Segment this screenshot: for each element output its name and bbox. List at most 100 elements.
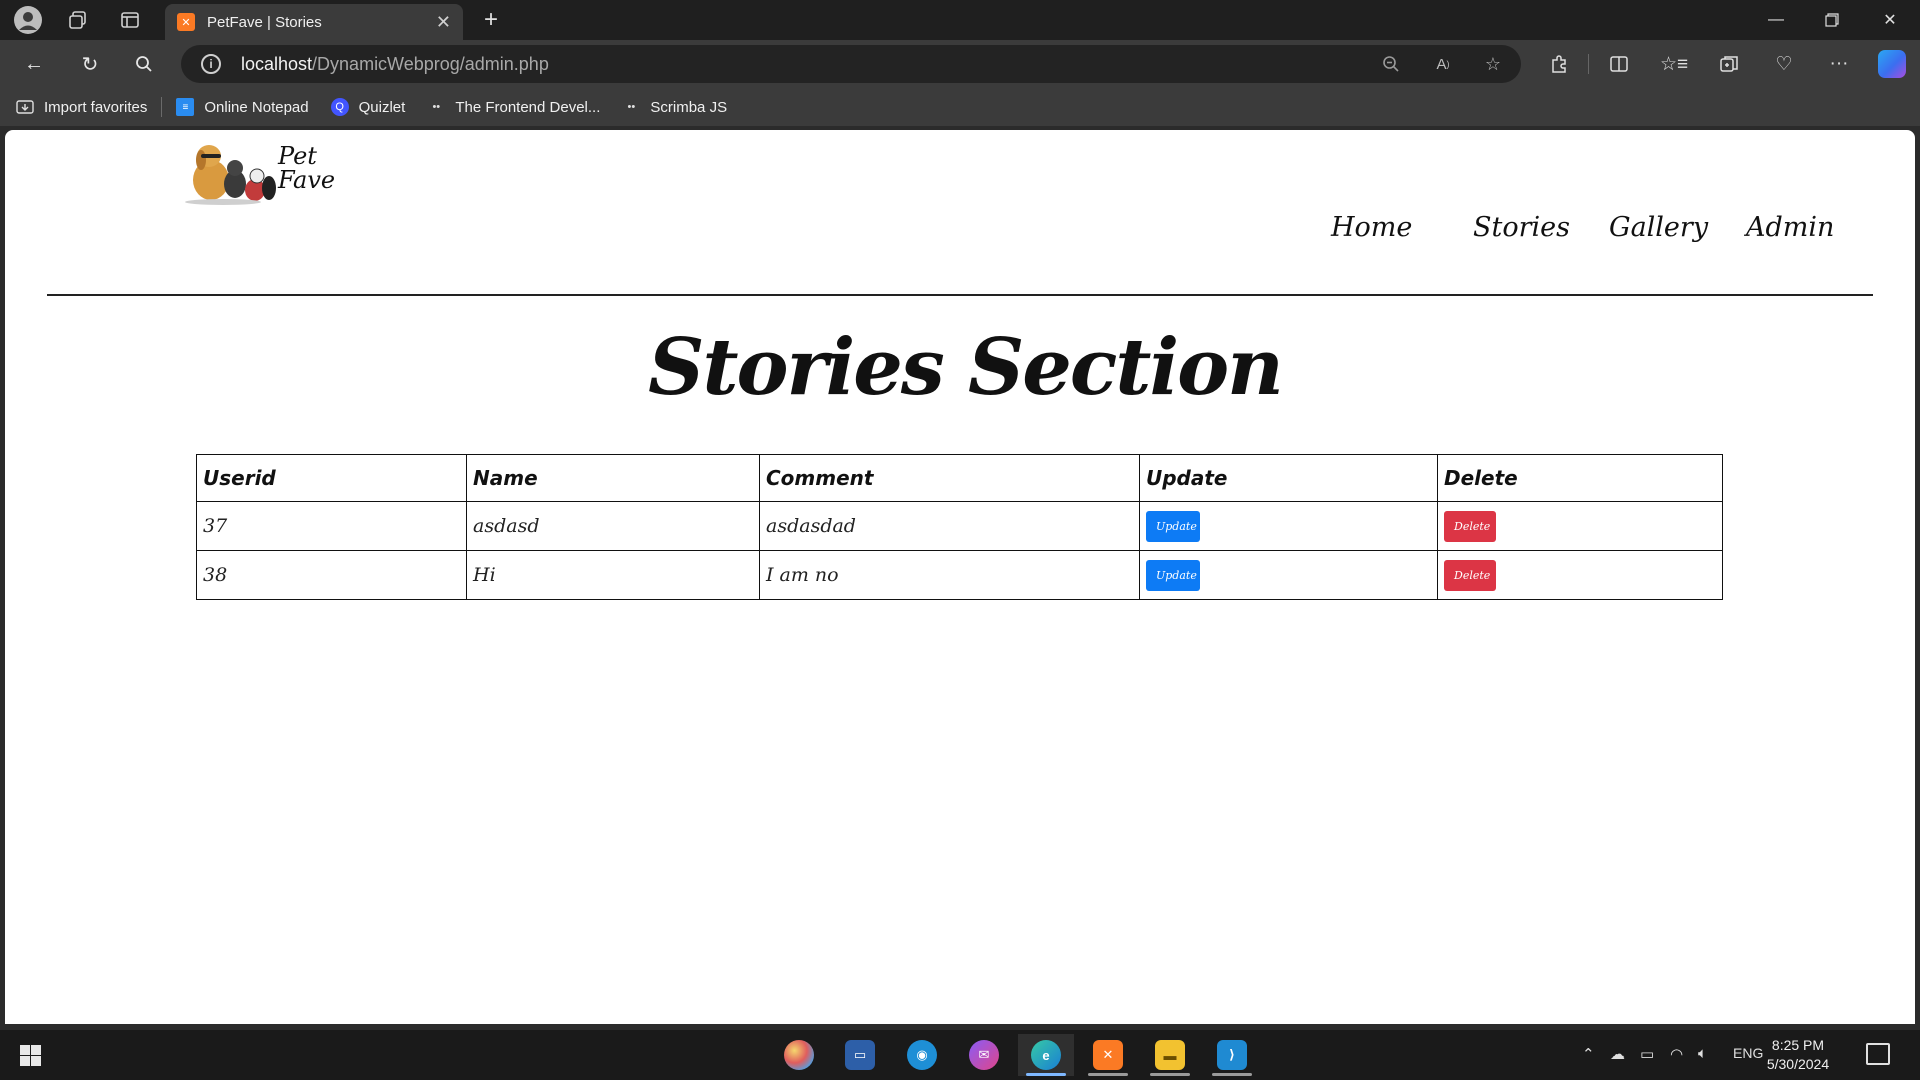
favorite-frontend-developer[interactable]: •• The Frontend Devel... bbox=[427, 98, 600, 116]
delete-button[interactable]: Delete bbox=[1444, 559, 1496, 591]
read-aloud-icon[interactable]: A) bbox=[1428, 49, 1458, 79]
wifi-icon[interactable]: ◠ bbox=[1670, 1045, 1683, 1063]
update-button[interactable]: Update bbox=[1146, 510, 1200, 542]
url-host: localhost bbox=[241, 53, 313, 74]
collections-icon[interactable] bbox=[1711, 48, 1747, 80]
cell-comment: I am no bbox=[759, 550, 1140, 600]
messenger-icon: ✉ bbox=[969, 1040, 999, 1070]
cell-name: asdasd bbox=[466, 501, 760, 551]
back-icon[interactable]: ← bbox=[16, 48, 52, 80]
taskbar-app-store[interactable]: ◉ bbox=[894, 1034, 950, 1076]
volume-icon[interactable]: 🔈︎ bbox=[1698, 1045, 1707, 1062]
notepad-icon: ≡ bbox=[176, 98, 195, 116]
logo-text: Pet Fave bbox=[278, 144, 335, 192]
clock-time: 8:25 PM bbox=[1771, 1037, 1825, 1053]
url-path: /DynamicWebprog/admin.php bbox=[312, 53, 549, 74]
logo-line-1: Pet bbox=[278, 142, 317, 170]
column-header-userid: Userid bbox=[196, 454, 467, 502]
open-app-indicator bbox=[1212, 1073, 1252, 1076]
extensions-icon[interactable] bbox=[1541, 48, 1577, 80]
nav-stories[interactable]: Stories bbox=[1473, 212, 1570, 243]
cell-delete: Delete bbox=[1437, 550, 1723, 600]
favorites-icon[interactable]: ☆≡ bbox=[1656, 48, 1692, 80]
browser-essentials-icon[interactable]: ♡ bbox=[1766, 48, 1802, 80]
xampp-icon: ✕ bbox=[1093, 1040, 1123, 1070]
battery-icon[interactable]: ▭ bbox=[1640, 1045, 1654, 1063]
delete-button[interactable]: Delete bbox=[1444, 510, 1496, 542]
windows-start-icon[interactable] bbox=[20, 1045, 41, 1066]
taskbar-app-messenger[interactable]: ✉ bbox=[956, 1034, 1012, 1076]
active-app-indicator bbox=[1026, 1073, 1066, 1076]
minimize-icon[interactable]: — bbox=[1748, 0, 1804, 40]
taskbar-app-xampp[interactable]: ✕ bbox=[1080, 1034, 1136, 1076]
column-header-comment: Comment bbox=[759, 454, 1140, 502]
refresh-icon[interactable]: ↻ bbox=[72, 48, 108, 80]
favorite-label: Online Notepad bbox=[204, 98, 309, 116]
stories-table: Userid Name Comment Update Delete 37 asd… bbox=[196, 454, 1723, 600]
favorite-scrimba-js[interactable]: •• Scrimba JS bbox=[622, 98, 728, 116]
favorite-online-notepad[interactable]: ≡ Online Notepad bbox=[176, 98, 309, 116]
favorites-divider bbox=[161, 97, 163, 117]
cell-userid: 37 bbox=[196, 501, 467, 551]
url-field[interactable]: i localhost/DynamicWebprog/admin.php bbox=[181, 45, 1521, 83]
cell-delete: Delete bbox=[1437, 501, 1723, 551]
logo-line-2: Fave bbox=[278, 166, 336, 194]
table-row: 38 Hi I am no Update Delete bbox=[196, 550, 1723, 600]
cell-userid: 38 bbox=[196, 550, 467, 600]
favorite-import[interactable]: Import favorites bbox=[16, 98, 147, 116]
quizlet-icon: Q bbox=[330, 98, 349, 116]
favorite-quizlet[interactable]: Q Quizlet bbox=[330, 98, 406, 116]
split-screen-icon[interactable] bbox=[1601, 48, 1637, 80]
new-tab-icon[interactable]: + bbox=[475, 4, 507, 36]
close-tab-icon[interactable]: ✕ bbox=[436, 12, 451, 33]
more-menu-icon[interactable]: ··· bbox=[1821, 48, 1857, 80]
nav-home[interactable]: Home bbox=[1331, 212, 1412, 243]
address-toolbar: ← ↻ i localhost/DynamicWebprog/admin.php… bbox=[0, 40, 1920, 88]
column-header-delete: Delete bbox=[1437, 454, 1723, 502]
notifications-icon[interactable] bbox=[1866, 1043, 1890, 1065]
xampp-icon: ✕ bbox=[177, 13, 195, 31]
taskbar-app-edge[interactable]: e bbox=[1018, 1034, 1074, 1076]
column-header-update: Update bbox=[1139, 454, 1438, 502]
taskbar-app-vscode[interactable]: ⟩ bbox=[1204, 1034, 1260, 1076]
cell-update: Update bbox=[1139, 501, 1438, 551]
nav-admin[interactable]: Admin bbox=[1746, 212, 1834, 243]
open-app-indicator bbox=[1150, 1073, 1190, 1076]
site-logo[interactable]: Pet Fave bbox=[183, 140, 343, 206]
nav-gallery[interactable]: Gallery bbox=[1609, 212, 1708, 243]
update-button[interactable]: Update bbox=[1146, 559, 1200, 591]
vscode-icon: ⟩ bbox=[1217, 1040, 1247, 1070]
open-app-indicator bbox=[1088, 1073, 1128, 1076]
page-title: Stories Section bbox=[648, 322, 1284, 413]
vertical-tabs-icon[interactable] bbox=[110, 4, 150, 36]
onedrive-icon[interactable]: ☁ bbox=[1610, 1045, 1625, 1063]
windows-taskbar: ▭ ◉ ✉ e ✕ ▬ ⟩ ⌃ ☁ ▭ ◠ 🔈︎ ENG 8:25 PM 5/3… bbox=[0, 1030, 1920, 1080]
zoom-icon[interactable] bbox=[1376, 49, 1406, 79]
favorite-label: Quizlet bbox=[358, 98, 406, 116]
edge-icon: e bbox=[1031, 1040, 1061, 1070]
cell-comment: asdasdad bbox=[759, 501, 1140, 551]
system-clock[interactable]: 8:25 PM 5/30/2024 bbox=[1758, 1036, 1838, 1074]
favorites-bar: Import favorites ≡ Online Notepad Q Quiz… bbox=[0, 88, 1920, 126]
favorite-label: The Frontend Devel... bbox=[455, 98, 601, 116]
restore-icon[interactable] bbox=[1804, 0, 1860, 40]
import-icon bbox=[16, 98, 34, 116]
column-header-name: Name bbox=[466, 454, 760, 502]
search-icon[interactable] bbox=[126, 48, 162, 80]
taskbar-app-paint[interactable] bbox=[771, 1034, 827, 1076]
scrimba-icon: •• bbox=[432, 101, 441, 113]
copilot-icon[interactable] bbox=[1878, 50, 1906, 78]
profile-icon[interactable] bbox=[8, 4, 48, 36]
favorite-star-icon[interactable]: ☆ bbox=[1478, 49, 1508, 79]
chevron-up-icon[interactable]: ⌃ bbox=[1582, 1045, 1595, 1063]
table-header-row: Userid Name Comment Update Delete bbox=[196, 454, 1723, 502]
workspaces-icon[interactable] bbox=[58, 4, 98, 36]
page-viewport: Pet Fave Home Stories Gallery Admin Stor… bbox=[5, 130, 1915, 1024]
paint-icon bbox=[784, 1040, 814, 1070]
taskbar-app-file-explorer[interactable]: ▬ bbox=[1142, 1034, 1198, 1076]
favorite-label: Import favorites bbox=[44, 98, 148, 116]
browser-tab-active[interactable]: ✕ PetFave | Stories ✕ bbox=[165, 4, 463, 40]
close-window-icon[interactable]: ✕ bbox=[1862, 0, 1918, 40]
taskbar-app-remote-desktop[interactable]: ▭ bbox=[832, 1034, 888, 1076]
site-info-icon[interactable]: i bbox=[201, 54, 221, 74]
